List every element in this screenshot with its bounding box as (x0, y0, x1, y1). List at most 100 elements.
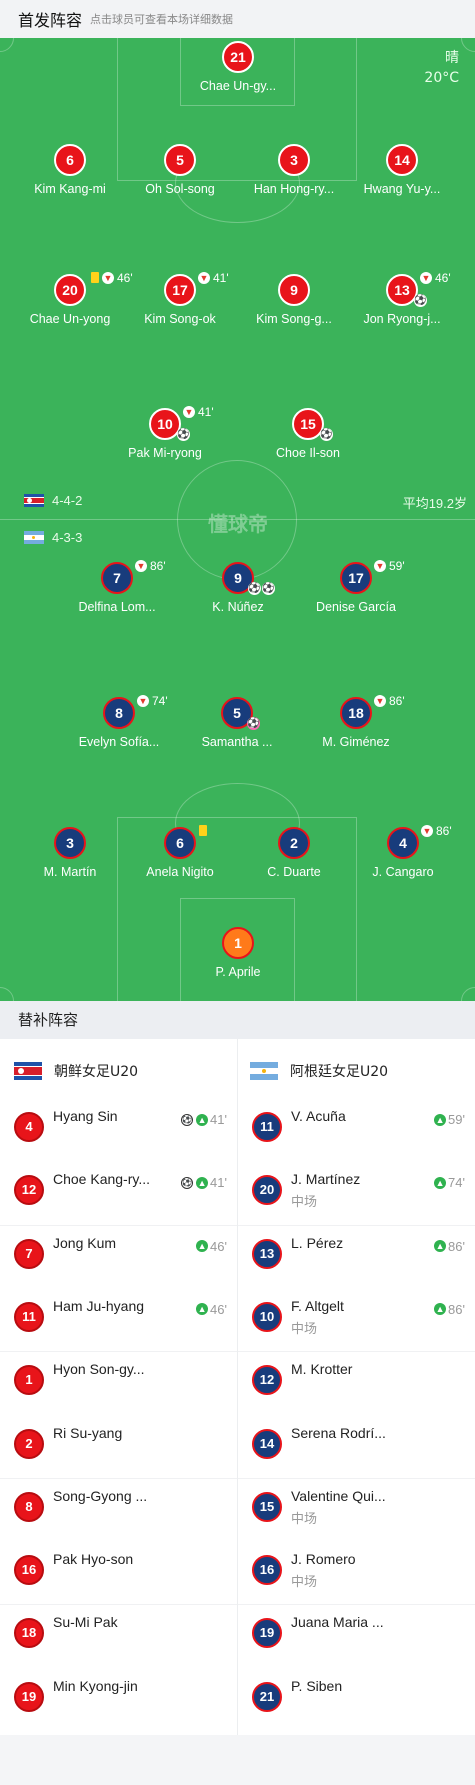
sub-player-name: M. Krotter (291, 1361, 353, 1378)
sub-player-row[interactable]: 15 Valentine Qui... 中场 (238, 1478, 475, 1541)
sub-event: ▲ 74' (434, 1175, 465, 1190)
sub-player-number: 7 (14, 1238, 44, 1269)
player-number: 7 (101, 562, 133, 594)
player-name: M. Giménez (322, 735, 390, 749)
sub-player-number: 20 (252, 1175, 282, 1206)
player-home-10[interactable]: 10 ▼ 41' ⚽ Pak Mi-ryong (105, 405, 225, 460)
goals: ⚽ (414, 294, 428, 307)
player-name: P. Aprile (215, 965, 261, 979)
away-team-name: 阿根廷女足U20 (290, 1064, 389, 1080)
sub-player-number: 2 (14, 1428, 44, 1459)
sub-player-row[interactable]: 12 M. Krotter (238, 1351, 475, 1414)
sub-minute: 46' (210, 1238, 227, 1254)
arrow-up-icon: ▲ (196, 1240, 209, 1253)
sub-player-row[interactable]: 20 J. Martínez 中场 ▲ 74' (238, 1161, 475, 1224)
football-pink-icon: ⚽ (247, 717, 260, 730)
sub-player-row[interactable]: 18 Su-Mi Pak (0, 1604, 237, 1667)
player-name: Jon Ryong-j... (363, 312, 441, 326)
player-away-4[interactable]: 4 ▼ 86' J. Cangaro (343, 824, 463, 879)
sub-player-name: Ri Su-yang (53, 1424, 123, 1441)
player-away-7[interactable]: 7 ▼ 86' Delfina Lom... (57, 559, 177, 614)
player-home-9[interactable]: 9 Kim Song-g... (234, 274, 354, 326)
sub-player-row[interactable]: 12 Choe Kang-ry... ⚽ ▲ 41' (0, 1161, 237, 1224)
football-icon: ⚽ (320, 428, 333, 441)
weather: 晴 20°C (424, 48, 459, 88)
sub-player-number: 11 (14, 1301, 44, 1332)
player-name: Evelyn Sofía... (78, 735, 160, 749)
sub-player-number: 4 (14, 1112, 44, 1142)
player-number: 9 (278, 274, 310, 306)
sub-out-badge: ▼ 41' (198, 271, 229, 285)
player-home-13[interactable]: 13 ▼ 46' ⚽ Jon Ryong-j... (342, 271, 462, 326)
player-name: K. Núñez (212, 600, 264, 614)
football-icon: ⚽ (181, 1176, 194, 1189)
player-home-20[interactable]: 20 ▼ 46' Chae Un-yong (10, 271, 133, 326)
row-divider (0, 1224, 237, 1226)
sub-player-row[interactable]: 19 Min Kyong-jin (0, 1668, 237, 1731)
sub-player-name: Su-Mi Pak (53, 1614, 118, 1631)
sub-player-number: 16 (14, 1555, 44, 1586)
sub-minute: 41' (198, 405, 214, 419)
player-name: Choe Il-son (276, 446, 340, 460)
player-home-14[interactable]: 14 Hwang Yu-y... (342, 144, 462, 196)
player-home-5[interactable]: 5 Oh Sol-song (120, 144, 240, 196)
sub-player-row[interactable]: 7 Jong Kum ▲ 46' (0, 1225, 237, 1288)
sub-player-row[interactable]: 14 Serena Rodrí... (238, 1415, 475, 1478)
player-home-17[interactable]: 17 ▼ 41' Kim Song-ok (120, 271, 240, 326)
sub-player-row[interactable]: 4 Hyang Sin ⚽ ▲ 41' (0, 1098, 237, 1161)
row-divider (238, 1351, 475, 1353)
sub-minute: 86' (150, 559, 166, 573)
away-team-header: 阿根廷女足U20 (250, 1061, 388, 1081)
sub-player-row[interactable]: 1 Hyon Son-gy... (0, 1351, 237, 1414)
sub-player-row[interactable]: 19 Juana Maria ... (238, 1604, 475, 1667)
sub-player-row[interactable]: 10 F. Altgelt 中场 ▲ 86' (238, 1288, 475, 1351)
arrow-up-icon: ▲ (196, 1113, 209, 1126)
away-formation: 4-3-3 (24, 530, 82, 545)
weather-temperature: 20°C (424, 70, 459, 86)
sub-player-name: Valentine Qui... (291, 1487, 386, 1504)
player-home-15[interactable]: 15 ⚽ Choe Il-son (248, 408, 368, 460)
sub-player-name: Ham Ju-hyang (53, 1297, 145, 1314)
player-name: Denise García (316, 600, 396, 614)
arrow-down-icon: ▼ (102, 272, 114, 284)
sub-minute: 59' (389, 559, 405, 573)
player-away-8[interactable]: 8 ▼ 74' Evelyn Sofía... (59, 694, 179, 749)
player-away-2[interactable]: 2 C. Duarte (234, 827, 354, 879)
argentina-flag-icon (24, 531, 44, 544)
sub-out-badge: ▼ 46' (420, 271, 451, 285)
sub-player-row[interactable]: 11 V. Acuña ▲ 59' (238, 1098, 475, 1161)
sub-player-row[interactable]: 13 L. Pérez ▲ 86' (238, 1225, 475, 1288)
sub-player-row[interactable]: 21 P. Siben (238, 1668, 475, 1731)
sub-player-row[interactable]: 2 Ri Su-yang (0, 1415, 237, 1478)
lineup-header: 首发阵容 点击球员可查看本场详细数据 (0, 0, 475, 38)
home-team-header: 朝鲜女足U20 (14, 1061, 138, 1081)
player-home-6[interactable]: 6 Kim Kang-mi (10, 144, 130, 196)
sub-player-row[interactable]: 16 J. Romero 中场 (238, 1541, 475, 1604)
sub-player-position: 中场 (291, 1195, 318, 1211)
sub-out-badge: ▼ 86' (421, 824, 452, 838)
sub-player-name: Pak Hyo-son (53, 1551, 134, 1568)
row-divider (0, 1477, 237, 1479)
player-away-1[interactable]: 1 P. Aprile (178, 927, 298, 979)
player-away-3[interactable]: 3 M. Martín (10, 827, 130, 879)
north-korea-flag-icon (24, 494, 44, 507)
football-icon: ⚽ (248, 582, 261, 595)
sub-minute: 41' (210, 1112, 227, 1127)
player-away-9[interactable]: 9 ⚽ ⚽ K. Núñez (178, 562, 298, 614)
arrow-up-icon: ▲ (434, 1303, 447, 1316)
player-name: Chae Un-gy... (199, 79, 277, 93)
player-away-17[interactable]: 17 ▼ 59' Denise García (296, 559, 416, 614)
sub-player-row[interactable]: 11 Ham Ju-hyang ▲ 46' (0, 1288, 237, 1351)
player-away-18[interactable]: 18 ▼ 86' M. Giménez (296, 694, 416, 749)
player-away-5[interactable]: 5 ⚽ Samantha ... (177, 697, 297, 749)
player-home-21[interactable]: 21 Chae Un-gy... (178, 41, 298, 93)
player-number: 20 (54, 274, 86, 306)
sub-player-number: 12 (14, 1175, 44, 1206)
sub-player-row[interactable]: 16 Pak Hyo-son (0, 1541, 237, 1604)
row-divider (0, 1351, 237, 1353)
player-home-3[interactable]: 3 Han Hong-ry... (234, 144, 354, 196)
sub-player-row[interactable]: 8 Song-Gyong ... (0, 1478, 237, 1541)
row-divider (0, 1604, 237, 1606)
home-formation: 4-4-2 (24, 493, 82, 508)
player-away-6[interactable]: 6 Anela Nigito (120, 825, 240, 879)
